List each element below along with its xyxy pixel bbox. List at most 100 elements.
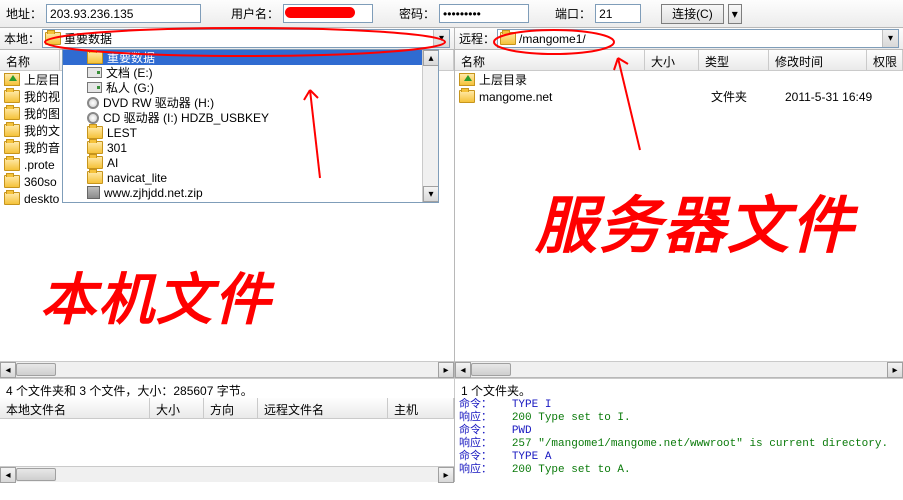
dropdown-item[interactable]: LEST bbox=[63, 125, 438, 140]
remote-status: 1 个文件夹。 bbox=[455, 378, 903, 398]
dropdown-item-label: 301 bbox=[107, 141, 127, 155]
local-path-dropdown[interactable]: 重要数据文档 (E:)私人 (G:)DVD RW 驱动器 (H:)CD 驱动器 … bbox=[62, 49, 439, 203]
col-direction[interactable]: 方向 bbox=[204, 398, 258, 418]
col-size[interactable]: 大小 bbox=[150, 398, 204, 418]
folder-icon bbox=[4, 90, 20, 103]
local-hscrollbar[interactable]: ◂ ▸ bbox=[0, 361, 454, 377]
dropdown-item[interactable]: 私人 (G:) bbox=[63, 80, 438, 95]
drive-icon bbox=[87, 82, 102, 93]
log-line: 响应： 200 Type set to A. bbox=[459, 464, 899, 477]
queue-hscrollbar[interactable]: ◂ ▸ bbox=[0, 466, 454, 482]
log-line: 命令： TYPE A bbox=[459, 451, 899, 464]
col-size[interactable]: 大小 bbox=[645, 50, 699, 70]
up-folder-icon bbox=[4, 73, 20, 86]
password-label: 密码： bbox=[399, 5, 435, 22]
local-path-text: 重要数据 bbox=[64, 30, 433, 47]
col-name[interactable]: 名称 bbox=[455, 50, 645, 70]
address-label: 地址： bbox=[6, 5, 42, 22]
col-host[interactable]: 主机 bbox=[388, 398, 454, 418]
archive-icon bbox=[87, 186, 100, 199]
dropdown-item-label: navicat_lite bbox=[107, 171, 167, 185]
scroll-thumb[interactable] bbox=[471, 363, 511, 376]
scroll-down-icon[interactable]: ▾ bbox=[423, 186, 439, 202]
dropdown-scrollbar[interactable]: ▴ ▾ bbox=[422, 50, 438, 202]
scroll-right-icon[interactable]: ▸ bbox=[887, 362, 903, 378]
chevron-down-icon[interactable]: ▾ bbox=[433, 30, 449, 47]
dropdown-item-label: CD 驱动器 (I:) HDZB_USBKEY bbox=[103, 109, 269, 126]
folder-icon bbox=[4, 124, 20, 137]
list-item[interactable]: mangome.net 文件夹 2011-5-31 16:49 bbox=[455, 88, 903, 105]
transfer-queue: 本地文件名 大小 方向 远程文件名 主机 ◂ ▸ bbox=[0, 398, 455, 482]
col-type[interactable]: 类型 bbox=[699, 50, 769, 70]
folder-icon bbox=[4, 158, 20, 171]
scroll-thumb[interactable] bbox=[16, 363, 56, 376]
folder-icon bbox=[500, 32, 516, 45]
folder-icon bbox=[87, 51, 103, 64]
connect-dropdown-button[interactable]: ▾ bbox=[728, 4, 742, 24]
remote-path-text: /mangome1/ bbox=[519, 32, 882, 46]
log-line: 响应： 200 Type set to I. bbox=[459, 412, 899, 425]
remote-label: 远程： bbox=[459, 30, 495, 47]
scroll-left-icon[interactable]: ◂ bbox=[0, 467, 16, 483]
scroll-left-icon[interactable]: ◂ bbox=[455, 362, 471, 378]
log-body[interactable]: 命令： TYPE I响应： 200 Type set to I.命令： PWD响… bbox=[455, 398, 903, 482]
remote-hscrollbar[interactable]: ◂ ▸ bbox=[455, 361, 903, 377]
dropdown-item[interactable]: 文档 (E:) bbox=[63, 65, 438, 80]
folder-icon bbox=[87, 126, 103, 139]
log-line: 响应： 257 "/mangome1/mangome.net/wwwroot" … bbox=[459, 438, 899, 451]
col-mtime[interactable]: 修改时间 bbox=[769, 50, 867, 70]
log-line: 命令： PWD bbox=[459, 425, 899, 438]
dropdown-item[interactable]: 重要数据 bbox=[63, 50, 438, 65]
folder-icon bbox=[4, 192, 20, 205]
connect-button[interactable]: 连接(C) bbox=[661, 4, 724, 24]
list-item[interactable]: 上层目录 bbox=[455, 71, 903, 88]
dropdown-item[interactable]: DVD RW 驱动器 (H:) bbox=[63, 95, 438, 110]
connection-toolbar: 地址： 用户名： 密码： 端口： 连接(C) ▾ bbox=[0, 0, 903, 28]
folder-icon bbox=[87, 141, 103, 154]
password-input[interactable] bbox=[439, 4, 529, 23]
local-status: 4 个文件夹和 3 个文件，大小：285607 字节。 bbox=[0, 378, 455, 398]
dropdown-item[interactable]: CD 驱动器 (I:) HDZB_USBKEY bbox=[63, 110, 438, 125]
ftp-log: 命令： TYPE I响应： 200 Type set to I.命令： PWD响… bbox=[455, 398, 903, 482]
port-input[interactable] bbox=[595, 4, 641, 23]
folder-icon bbox=[4, 141, 20, 154]
folder-icon bbox=[87, 156, 103, 169]
dropdown-item[interactable]: AI bbox=[63, 155, 438, 170]
local-path-combo[interactable]: 重要数据 ▾ bbox=[42, 29, 450, 48]
queue-body[interactable] bbox=[0, 419, 454, 466]
drive-icon bbox=[87, 67, 102, 78]
local-label: 本地： bbox=[4, 30, 40, 47]
port-label: 端口： bbox=[555, 5, 591, 22]
dropdown-item[interactable]: navicat_lite bbox=[63, 170, 438, 185]
folder-icon bbox=[4, 107, 20, 120]
scroll-right-icon[interactable]: ▸ bbox=[438, 362, 454, 378]
dropdown-item-label: www.zjhjdd.net.zip bbox=[104, 186, 203, 200]
cd-icon bbox=[87, 97, 99, 109]
remote-path-combo[interactable]: /mangome1/ ▾ bbox=[497, 29, 899, 48]
col-name[interactable]: 名称 bbox=[0, 50, 60, 70]
dropdown-item[interactable]: 301 bbox=[63, 140, 438, 155]
dropdown-item-label: AI bbox=[107, 156, 118, 170]
address-input[interactable] bbox=[46, 4, 201, 23]
scroll-left-icon[interactable]: ◂ bbox=[0, 362, 16, 378]
up-folder-icon bbox=[459, 73, 475, 86]
chevron-down-icon[interactable]: ▾ bbox=[882, 30, 898, 47]
status-bar: 4 个文件夹和 3 个文件，大小：285607 字节。 1 个文件夹。 bbox=[0, 378, 903, 398]
remote-pane: 远程： /mangome1/ ▾ 名称 大小 类型 修改时间 权限 上层目录 m… bbox=[455, 28, 903, 377]
cd-icon bbox=[87, 112, 99, 124]
col-local-file[interactable]: 本地文件名 bbox=[0, 398, 150, 418]
folder-icon bbox=[45, 32, 61, 45]
folder-icon bbox=[459, 90, 475, 103]
col-remote-file[interactable]: 远程文件名 bbox=[258, 398, 388, 418]
log-line: 命令： TYPE I bbox=[459, 399, 899, 412]
redaction-scribble bbox=[285, 7, 355, 18]
dropdown-item[interactable]: www.zjhjdd.net.zip bbox=[63, 185, 438, 200]
folder-icon bbox=[87, 171, 103, 184]
scroll-thumb[interactable] bbox=[16, 468, 56, 481]
username-label: 用户名： bbox=[231, 5, 279, 22]
scroll-right-icon[interactable]: ▸ bbox=[438, 467, 454, 483]
col-perm[interactable]: 权限 bbox=[867, 50, 903, 70]
remote-file-grid[interactable]: 上层目录 mangome.net 文件夹 2011-5-31 16:49 bbox=[455, 71, 903, 361]
scroll-up-icon[interactable]: ▴ bbox=[423, 50, 439, 66]
folder-icon bbox=[4, 175, 20, 188]
